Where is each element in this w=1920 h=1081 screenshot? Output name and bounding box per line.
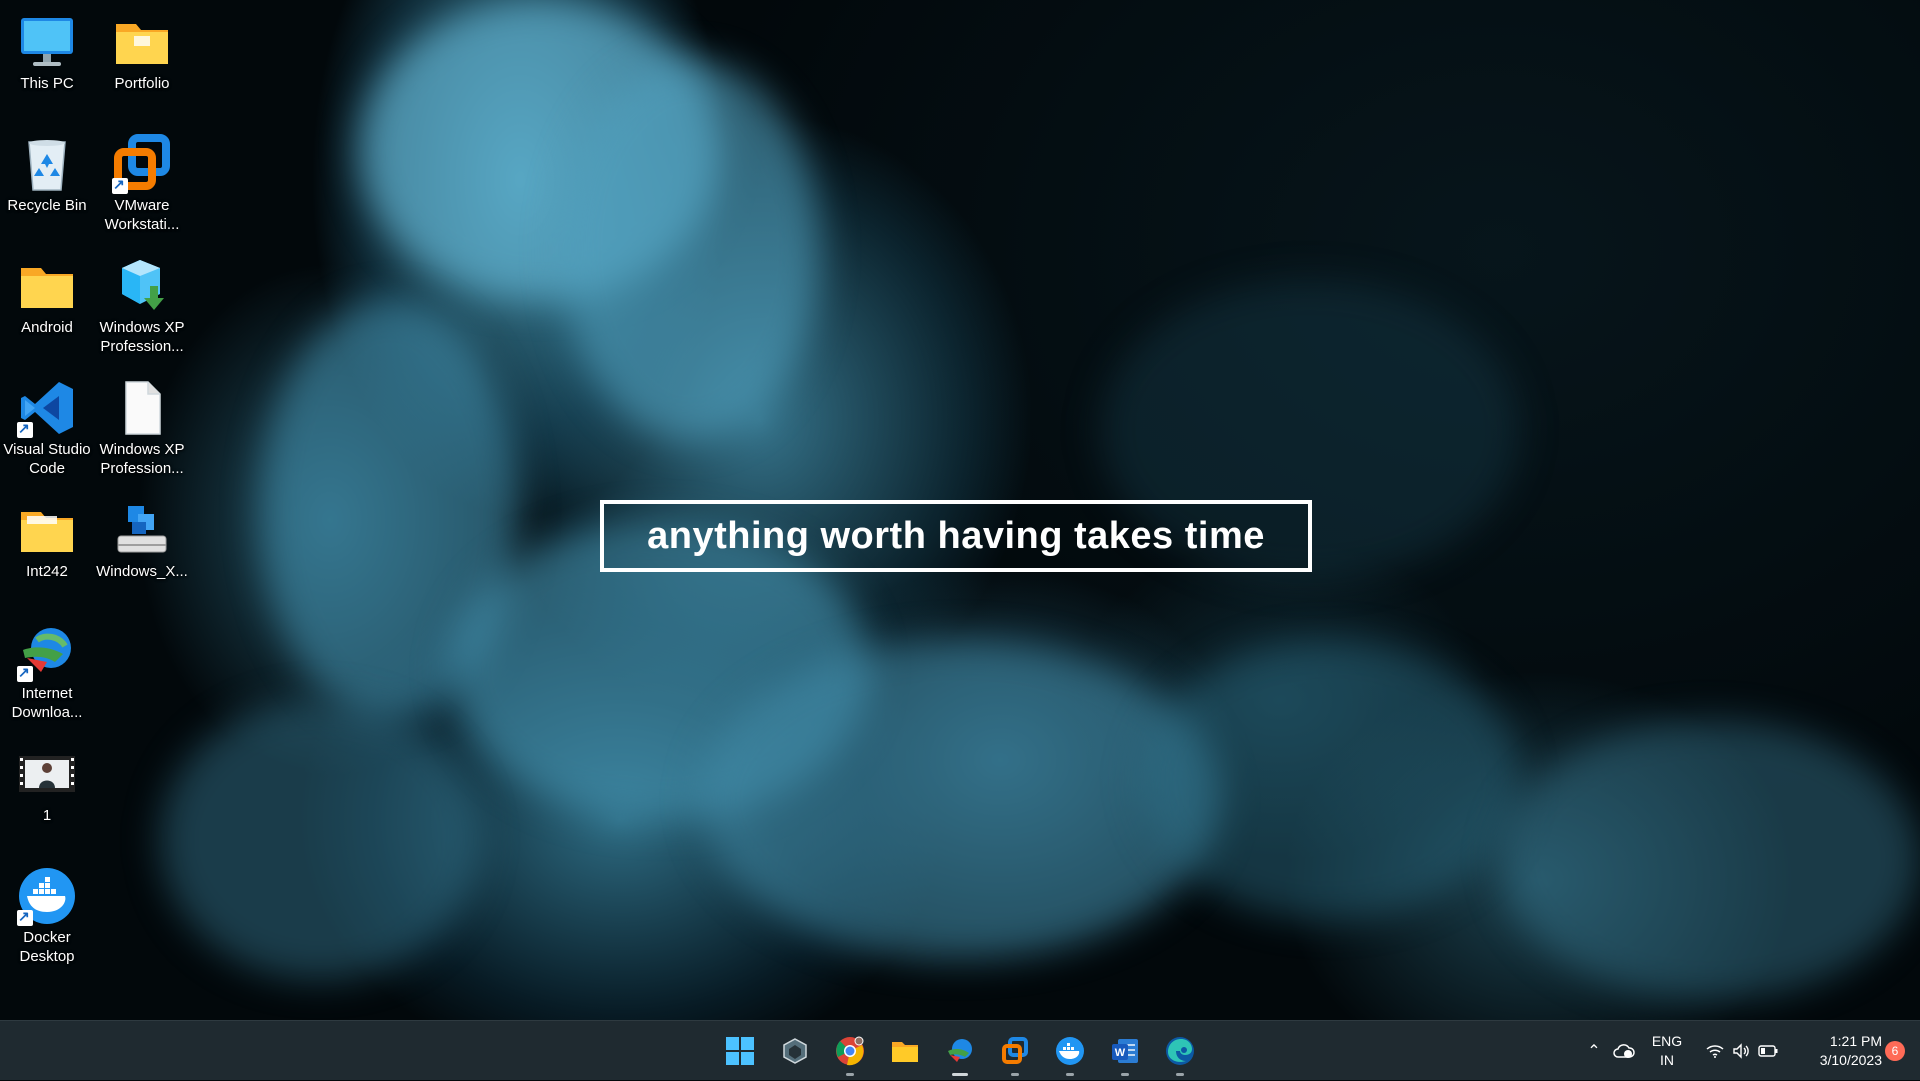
wallpaper-smoke	[160, 700, 480, 980]
desktop-icon-label: Int242	[26, 563, 68, 580]
desktop-icon-label: Android	[21, 319, 73, 336]
desktop-icon-docker-desktop[interactable]: Docker Desktop	[0, 860, 95, 966]
language-indicator[interactable]: ENG IN	[1644, 1021, 1690, 1081]
shortcut-arrow-icon	[17, 663, 33, 682]
desktop-icon-vmware[interactable]: VMware Workstati...	[94, 128, 190, 234]
onedrive-button[interactable]	[1608, 1021, 1640, 1081]
start-button[interactable]	[720, 1031, 760, 1071]
folder-icon	[112, 12, 172, 72]
taskbar-app-vmware[interactable]	[995, 1031, 1035, 1076]
file-icon	[112, 378, 172, 438]
taskbar-app-hexagon[interactable]	[775, 1031, 815, 1071]
cloud-sync-icon	[1613, 1044, 1635, 1058]
file-explorer-icon	[892, 1042, 918, 1062]
chrome-icon	[836, 1036, 864, 1066]
desktop-icon-label: Docker Desktop	[19, 929, 75, 965]
language-region: IN	[1660, 1052, 1674, 1068]
clock-date: 3/10/2023	[1819, 1052, 1882, 1068]
show-hidden-icons-button[interactable]: ⌃	[1580, 1021, 1608, 1081]
desktop-icon-label: 1	[42, 807, 52, 824]
running-indicator	[1066, 1073, 1074, 1076]
desktop-icon-android[interactable]: Android	[0, 250, 95, 337]
wallpaper-motto: anything worth having takes time	[600, 500, 1312, 572]
wallpaper-smoke	[1500, 720, 1920, 1000]
taskbar-app-chrome[interactable]	[830, 1031, 870, 1076]
shortcut-arrow-icon	[112, 175, 128, 194]
wifi-icon	[1706, 1045, 1724, 1058]
taskbar-app-file-explorer[interactable]	[885, 1031, 925, 1071]
quick-settings-button[interactable]	[1702, 1021, 1782, 1081]
desktop-icon-windows-xp-installer[interactable]: Windows XP Profession...	[94, 250, 190, 356]
chevron-up-icon: ⌃	[1587, 1043, 1601, 1060]
shortcut-arrow-icon	[17, 907, 33, 926]
system-tray: ⌃ ENG IN 1:21 PM 3/10/2023 6	[1580, 1021, 1920, 1081]
internet-download-manager-icon	[17, 622, 77, 682]
desktop-icon-label: Windows XP Profession...	[99, 319, 185, 355]
svg-text:W: W	[1115, 1047, 1126, 1059]
desktop-icon-int242[interactable]: Int242	[0, 494, 95, 581]
install-package-icon	[112, 256, 172, 316]
vmware-icon	[112, 134, 172, 194]
video-file-icon	[17, 744, 77, 804]
notification-badge[interactable]: 6	[1885, 1041, 1905, 1061]
desktop-icon-vscode[interactable]: Visual Studio Code	[0, 372, 95, 478]
internet-download-manager-icon	[948, 1039, 972, 1062]
desktop-icon-label: VMware Workstati...	[104, 197, 180, 233]
desktop-icon-label: This PC	[20, 75, 74, 92]
running-indicator	[1121, 1073, 1129, 1076]
clock-time: 1:21 PM	[1829, 1033, 1882, 1049]
desktop-icon-windows-xp-file[interactable]: Windows XP Profession...	[94, 372, 190, 478]
desktop-icon-label: Windows_X...	[96, 563, 188, 580]
desktop-icon-internet-download-manager[interactable]: Internet Downloa...	[0, 616, 95, 722]
docker-icon	[17, 866, 77, 926]
edge-icon	[1166, 1037, 1194, 1065]
folder-icon	[17, 256, 77, 316]
running-indicator	[1176, 1073, 1184, 1076]
running-indicator	[1011, 1073, 1019, 1076]
battery-icon	[1758, 1045, 1778, 1057]
clock-button[interactable]: 1:21 PM 3/10/2023	[1786, 1021, 1882, 1081]
running-indicator	[846, 1073, 854, 1076]
taskbar-app-word[interactable]: W	[1105, 1031, 1145, 1076]
desktop-icon-label: Visual Studio Code	[3, 441, 91, 477]
vmware-icon	[1002, 1037, 1028, 1064]
desktop-icon-recycle-bin[interactable]: Recycle Bin	[0, 128, 95, 215]
folder-icon	[17, 500, 77, 560]
windows-start-icon	[726, 1037, 754, 1065]
monitor-icon	[17, 12, 77, 72]
virtual-machine-icon	[112, 500, 172, 560]
desktop-icon-label: Internet Downloa...	[11, 685, 83, 721]
taskbar: W ⌃ ENG IN 1:21 PM 3/10/2023 6	[0, 1020, 1920, 1080]
volume-icon	[1733, 1043, 1749, 1059]
desktop-icon-windows-x-vm[interactable]: Windows_X...	[94, 494, 190, 581]
wallpaper-smoke	[1140, 640, 1520, 920]
hexagon-app-icon	[783, 1038, 807, 1064]
desktop-icon-label: Windows XP Profession...	[99, 441, 185, 477]
docker-icon	[1056, 1037, 1084, 1065]
recycle-bin-icon	[17, 134, 77, 194]
language-code: ENG	[1651, 1033, 1683, 1049]
taskbar-app-idm[interactable]	[940, 1031, 980, 1076]
vscode-icon	[17, 378, 77, 438]
desktop-icon-portfolio[interactable]: Portfolio	[94, 6, 190, 93]
word-icon: W	[1112, 1039, 1138, 1063]
wallpaper-smoke	[560, 60, 820, 440]
desktop-icon-video-1[interactable]: 1	[0, 738, 95, 825]
taskbar-app-edge[interactable]	[1160, 1031, 1200, 1076]
desktop-icon-label: Portfolio	[114, 75, 170, 92]
active-indicator	[952, 1073, 968, 1076]
shortcut-arrow-icon	[17, 419, 33, 438]
desktop-icon-label: Recycle Bin	[7, 197, 87, 214]
desktop-icon-this-pc[interactable]: This PC	[0, 6, 95, 93]
taskbar-app-docker[interactable]	[1050, 1031, 1090, 1076]
